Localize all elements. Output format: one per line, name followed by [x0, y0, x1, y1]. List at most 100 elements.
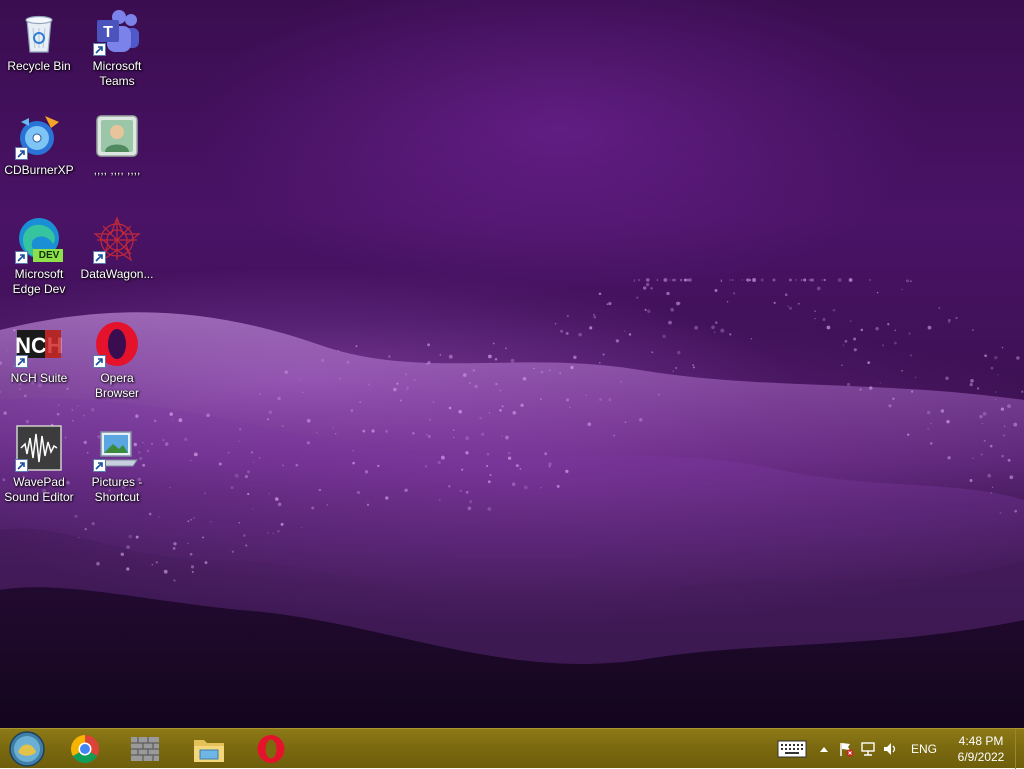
wallpaper-particle [399, 399, 402, 402]
wallpaper-particle [893, 341, 897, 345]
desktop-icon-nch-suite[interactable]: NCH NCH Suite [0, 314, 78, 410]
wallpaper-particle [976, 387, 980, 390]
desktop[interactable]: Recycle Bin CDBurnerXP DEV Microsoft Edg… [0, 0, 1024, 728]
wallpaper-particle [253, 461, 255, 464]
desktop-icon-microsoft-teams[interactable]: T Microsoft Teams [78, 2, 156, 98]
show-hidden-icons-button[interactable] [816, 729, 832, 769]
wallpaper-particle [850, 320, 852, 322]
wallpaper-particle [244, 475, 248, 479]
wavepad-icon [15, 424, 63, 472]
clock[interactable]: 4:48 PM 6/9/2022 [946, 733, 1016, 765]
wallpaper-particle [424, 465, 428, 468]
wallpaper-particle [522, 376, 527, 381]
start-orb-icon [9, 731, 45, 767]
wallpaper-particle [187, 542, 189, 545]
desktop-icon-recycle-bin[interactable]: Recycle Bin [0, 2, 78, 98]
wallpaper-particle [488, 412, 491, 414]
wallpaper-particle [645, 282, 650, 287]
wallpaper-particle [633, 279, 636, 281]
desktop-icon-label: Opera Browser [94, 371, 139, 400]
wallpaper-particle [1001, 454, 1004, 458]
wallpaper-particle [624, 421, 627, 424]
wallpaper-particle [639, 418, 643, 422]
wallpaper-particle [548, 462, 552, 466]
wallpaper-particle [679, 278, 683, 282]
wallpaper-particle [504, 347, 507, 350]
taskbar-file-explorer-button[interactable] [187, 732, 231, 766]
network-button[interactable] [858, 729, 878, 769]
taskbar-chrome-button[interactable] [63, 732, 107, 766]
volume-button[interactable] [880, 729, 900, 769]
wallpaper-particle [677, 350, 681, 355]
desktop-icon-label: Recycle Bin [7, 59, 71, 73]
desktop-icon-cdburnerxp[interactable]: CDBurnerXP [0, 106, 78, 202]
desktop-icon-contact[interactable]: ,,,, ,,,, ,,,, [78, 106, 156, 202]
wallpaper-particle [404, 488, 408, 492]
wallpaper-particle [729, 279, 732, 281]
wallpaper-particle [901, 288, 903, 291]
desktop-icon-datawagon[interactable]: DataWagon... [78, 210, 156, 306]
wallpaper-particle [970, 378, 974, 383]
wallpaper-particle [492, 342, 495, 345]
wallpaper-particle [633, 280, 636, 283]
wallpaper-particle [465, 490, 469, 494]
wallpaper-particle [587, 422, 592, 427]
desktop-icon-wavepad[interactable]: WavePad Sound Editor [0, 418, 78, 514]
wallpaper-particle [385, 429, 389, 433]
wallpaper-particle [1014, 509, 1018, 513]
shortcut-arrow-icon [93, 459, 106, 472]
wallpaper-particle [350, 409, 354, 412]
wallpaper-particle [668, 320, 672, 325]
wallpaper-particle [300, 526, 303, 529]
wallpaper-particle [905, 279, 910, 283]
wallpaper-particle [824, 279, 826, 281]
wallpaper-particle [810, 278, 814, 282]
wallpaper-particle [990, 366, 994, 370]
opera-icon [257, 735, 285, 763]
wallpaper-particle [683, 278, 687, 282]
wallpaper-particle [238, 440, 240, 443]
action-center-button[interactable] [836, 729, 856, 769]
wallpaper-particle [566, 315, 569, 318]
start-button[interactable] [6, 730, 48, 768]
wallpaper-particle [510, 358, 515, 363]
wallpaper-particle [892, 397, 895, 400]
wallpaper-particle [258, 457, 261, 459]
desktop-icon-pictures-shortcut[interactable]: Pictures - Shortcut [78, 418, 156, 514]
wallpaper-particle [239, 428, 242, 431]
wallpaper-particle [999, 512, 1002, 514]
wallpaper-particle [846, 382, 851, 387]
wallpaper-particle [615, 339, 620, 343]
wallpaper-particle [821, 279, 823, 281]
taskbar-wall-app-button[interactable] [123, 732, 167, 766]
touch-keyboard-button[interactable] [774, 729, 810, 769]
wallpaper-particle [377, 464, 380, 468]
wallpaper-particle [869, 386, 873, 390]
wallpaper-particle [299, 378, 301, 381]
wallpaper-particle [267, 531, 270, 534]
language-indicator[interactable]: ENG [906, 729, 942, 769]
desktop-icon-opera[interactable]: Opera Browser [78, 314, 156, 410]
wallpaper-particle [412, 432, 415, 435]
wallpaper-particle [860, 328, 864, 332]
wallpaper-particle [945, 376, 949, 381]
wallpaper-particle [608, 398, 612, 402]
taskbar-opera-button[interactable] [249, 732, 293, 766]
desktop-icon-label: Pictures - Shortcut [91, 475, 143, 504]
wallpaper-particle [752, 278, 757, 282]
wallpaper-particle [672, 370, 675, 372]
wallpaper-particle [720, 280, 723, 282]
show-desktop-button[interactable] [1015, 729, 1024, 769]
wallpaper-particle [760, 278, 764, 282]
desktop-icon-edge-dev[interactable]: DEV Microsoft Edge Dev [0, 210, 78, 306]
wallpaper-particle [337, 350, 340, 352]
wallpaper-particle [658, 393, 660, 396]
wallpaper-particle [643, 286, 647, 290]
wallpaper-particle [797, 302, 800, 305]
wallpaper-particle [355, 345, 358, 348]
wallpaper-particle [713, 331, 716, 334]
chrome-icon [71, 735, 99, 763]
wallpaper-particle [120, 552, 125, 557]
wallpaper-particle [501, 405, 504, 408]
cdburnerxp-icon [15, 112, 63, 160]
